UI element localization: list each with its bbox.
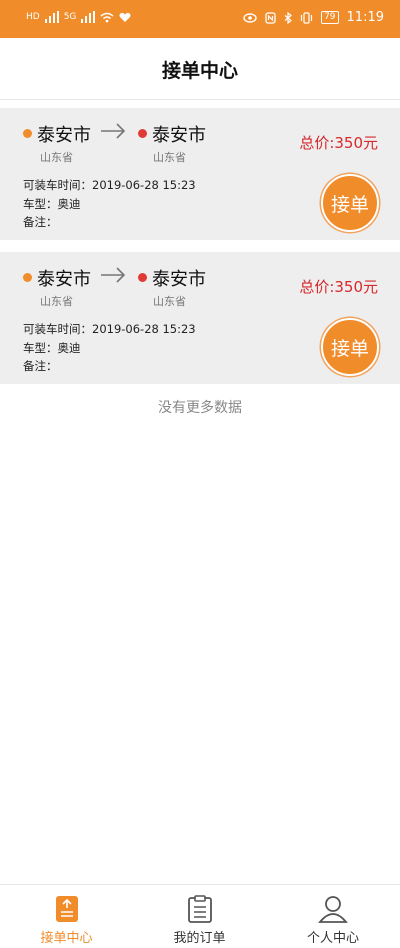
nfc-icon: [265, 11, 276, 24]
heart-icon: [119, 12, 131, 22]
destination-city: 泰安市: [152, 125, 206, 146]
tab-label: 接单中心: [40, 931, 93, 946]
status-bar: HD 5G 79 11:19: [0, 0, 400, 38]
person-icon: [318, 896, 348, 923]
eye-icon: [243, 12, 257, 23]
origin-dot: [23, 129, 32, 138]
origin-dot: [23, 273, 32, 282]
no-more-data-text: 没有更多数据: [158, 400, 242, 416]
accept-order-button[interactable]: 接单: [321, 318, 379, 376]
tab-my-orders[interactable]: 我的订单: [133, 885, 266, 948]
destination-city: 泰安市: [152, 269, 206, 290]
destination-province: 山东省: [153, 295, 186, 308]
car-type: 车型：奥迪: [23, 341, 81, 355]
network-indicators: HD 5G: [26, 11, 131, 23]
tab-order-center[interactable]: 接单中心: [0, 885, 133, 948]
clipboard-icon: [187, 895, 212, 923]
remark: 备注：: [23, 359, 58, 373]
wifi-icon: [100, 12, 114, 22]
origin-city: 泰安市: [37, 125, 91, 146]
battery-icon: 79: [321, 11, 339, 24]
vibrate-icon: [300, 11, 313, 24]
remark: 备注：: [23, 215, 58, 229]
5g-label: 5G: [63, 12, 77, 22]
origin-province: 山东省: [40, 151, 73, 164]
bluetooth-icon: [284, 11, 293, 24]
signal-icon-2: [81, 11, 96, 23]
destination-dot: [138, 273, 147, 282]
arrow-right-icon: [101, 267, 126, 283]
load-time: 可装车时间：2019-06-28 15:23: [23, 178, 196, 192]
tab-label: 个人中心: [306, 931, 359, 946]
clock: 11:19: [346, 10, 384, 25]
tab-personal-center[interactable]: 个人中心: [266, 885, 400, 948]
order-center-icon: [55, 896, 78, 922]
tab-label: 我的订单: [173, 931, 226, 946]
arrow-right-icon: [101, 123, 126, 139]
total-price: 总价:350元: [299, 134, 378, 152]
order-card[interactable]: 泰安市 山东省 泰安市 山东省 总价:350元 可装车时间：2019-06-28…: [0, 108, 400, 240]
status-right: 79 11:19: [243, 10, 384, 25]
origin-city: 泰安市: [37, 269, 91, 290]
page-title: 接单中心: [161, 60, 238, 82]
bottom-tab-bar: 接单中心 我的订单 个人中心: [0, 884, 400, 948]
destination-province: 山东省: [153, 151, 186, 164]
origin-province: 山东省: [40, 295, 73, 308]
accept-order-button[interactable]: 接单: [321, 174, 379, 232]
signal-icon: [44, 11, 59, 23]
hd-label: HD: [26, 12, 40, 22]
total-price: 总价:350元: [299, 278, 378, 296]
order-card[interactable]: 泰安市 山东省 泰安市 山东省 总价:350元 可装车时间：2019-06-28…: [0, 252, 400, 384]
car-type: 车型：奥迪: [23, 197, 81, 211]
destination-dot: [138, 129, 147, 138]
load-time: 可装车时间：2019-06-28 15:23: [23, 322, 196, 336]
app-header: 接单中心: [0, 38, 400, 100]
